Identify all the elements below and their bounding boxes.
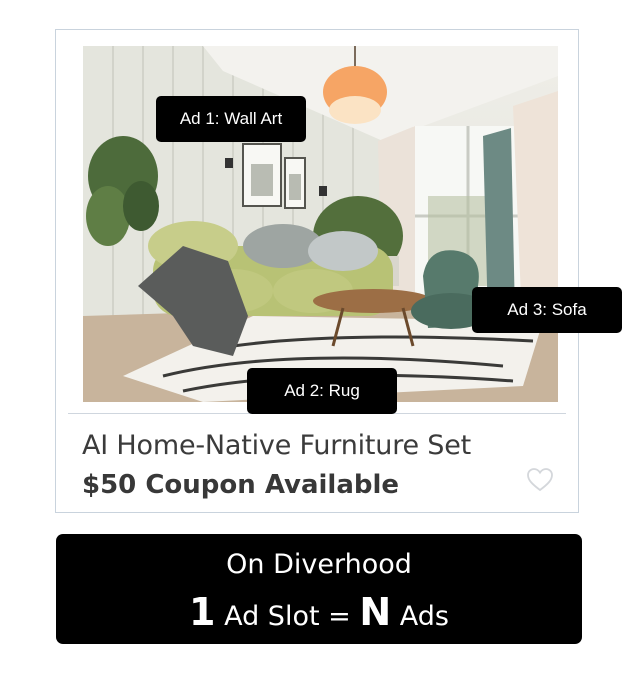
coupon-text[interactable]: $50 Coupon Available bbox=[82, 470, 399, 500]
banner-heading: On Diverhood bbox=[226, 549, 412, 580]
ad-tag-wall-art[interactable]: Ad 1: Wall Art bbox=[156, 96, 306, 142]
ad-tag-sofa[interactable]: Ad 3: Sofa bbox=[472, 287, 622, 333]
product-title[interactable]: AI Home-Native Furniture Set bbox=[82, 430, 471, 461]
living-room-photo[interactable] bbox=[83, 46, 558, 402]
ad-slot-count: 1 bbox=[189, 590, 216, 634]
heart-outline-icon[interactable] bbox=[526, 466, 554, 494]
ad-tag-rug[interactable]: Ad 2: Rug bbox=[247, 368, 397, 414]
ads-count: N bbox=[359, 590, 392, 634]
ad-slot-label: Ad Slot = bbox=[215, 601, 360, 632]
ads-label: Ads bbox=[391, 601, 449, 632]
banner-equation: 1 Ad Slot = N Ads bbox=[56, 590, 582, 634]
diverhood-banner: On Diverhood 1 Ad Slot = N Ads bbox=[56, 534, 582, 644]
